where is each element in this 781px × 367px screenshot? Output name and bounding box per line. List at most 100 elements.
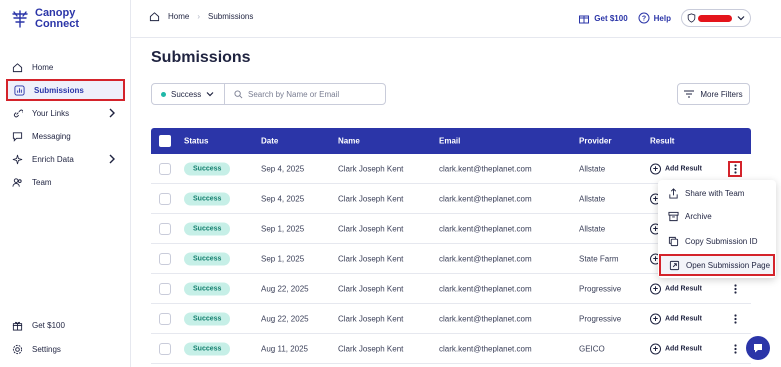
menu-item-label: Open Submission Page — [686, 260, 771, 270]
sidebar-item-get-100[interactable]: Get $100 — [6, 314, 125, 336]
cell-provider: State Farm — [579, 254, 619, 263]
chart-icon — [13, 84, 25, 96]
add-result-label: Add Result — [665, 345, 702, 352]
gear-icon — [11, 343, 23, 355]
column-header-status[interactable]: Status — [184, 137, 208, 146]
cell-date: Sep 1, 2025 — [261, 254, 305, 263]
table-row[interactable]: Success Aug 22, 2025 Clark Joseph Kent clar… — [151, 304, 751, 334]
column-header-result[interactable]: Result — [650, 137, 674, 146]
select-all-checkbox[interactable] — [159, 135, 171, 147]
table-row[interactable]: Success Aug 22, 2025 Clark Joseph Kent clar… — [151, 274, 751, 304]
add-result-button[interactable]: + Add Result — [650, 163, 702, 174]
chevron-right-icon — [109, 108, 115, 118]
shield-icon — [687, 13, 696, 23]
sidebar-item-messaging[interactable]: Messaging — [6, 125, 125, 147]
sidebar-item-enrich-data[interactable]: Enrich Data — [6, 148, 125, 170]
cell-email: clark.kent@theplanet.com — [439, 284, 532, 293]
cell-email: clark.kent@theplanet.com — [439, 224, 532, 233]
menu-item-archive[interactable]: Archive — [658, 205, 776, 227]
row-checkbox[interactable] — [159, 282, 171, 295]
row-checkbox[interactable] — [159, 192, 171, 205]
success-dot-icon — [161, 91, 166, 97]
home-icon — [11, 61, 23, 73]
plus-circle-icon: + — [650, 313, 661, 324]
top-actions: Get $100 ? Help — [578, 9, 751, 27]
add-result-button[interactable]: + Add Result — [650, 343, 702, 354]
menu-item-copy-submission-id[interactable]: Copy Submission ID — [658, 230, 776, 252]
cell-date: Sep 4, 2025 — [261, 194, 305, 203]
get-100-button[interactable]: Get $100 — [578, 12, 628, 24]
sidebar-item-home[interactable]: Home — [6, 56, 125, 78]
gift-icon — [11, 319, 23, 331]
add-result-button[interactable]: + Add Result — [650, 283, 702, 294]
status-badge: Success — [184, 252, 231, 265]
column-header-provider[interactable]: Provider — [579, 137, 611, 146]
team-icon — [11, 176, 23, 188]
cell-provider: Allstate — [579, 164, 606, 173]
sidebar-item-your-links[interactable]: Your Links — [6, 102, 125, 124]
row-actions-kebab-icon[interactable] — [728, 341, 742, 357]
status-badge: Success — [184, 282, 231, 295]
home-icon[interactable] — [149, 11, 160, 22]
copy-icon — [668, 236, 679, 246]
menu-item-label: Archive — [685, 211, 712, 221]
column-header-email[interactable]: Email — [439, 137, 460, 146]
account-menu-button[interactable] — [681, 9, 751, 27]
column-header-date[interactable]: Date — [261, 137, 278, 146]
sidebar-item-label: Your Links — [32, 108, 70, 118]
chevron-right-icon — [109, 154, 115, 164]
menu-item-share-with-team[interactable]: Share with Team — [658, 182, 776, 204]
row-checkbox[interactable] — [159, 312, 171, 325]
plus-circle-icon: + — [650, 343, 661, 354]
add-result-button[interactable]: + Add Result — [650, 313, 702, 324]
cell-name: Clark Joseph Kent — [338, 164, 404, 173]
column-header-name[interactable]: Name — [338, 137, 360, 146]
row-checkbox[interactable] — [159, 162, 171, 175]
status-badge: Success — [184, 312, 231, 325]
status-badge: Success — [184, 162, 231, 175]
more-filters-button[interactable]: More Filters — [677, 83, 750, 105]
row-actions-kebab-icon[interactable] — [728, 281, 742, 297]
status-badge: Success — [184, 192, 231, 205]
search-input[interactable]: Search by Name or Email — [225, 90, 385, 99]
cell-email: clark.kent@theplanet.com — [439, 164, 532, 173]
row-checkbox[interactable] — [159, 252, 171, 265]
table-row[interactable]: Success Aug 11, 2025 Clark Joseph Kent clar… — [151, 334, 751, 364]
row-checkbox[interactable] — [159, 342, 171, 355]
sidebar-item-settings[interactable]: Settings — [6, 338, 125, 360]
add-result-label: Add Result — [665, 165, 702, 172]
cell-provider: GEICO — [579, 344, 605, 353]
filter-bar: Success Search by Name or Email — [151, 83, 386, 105]
redacted-username — [698, 15, 732, 22]
breadcrumb-separator-icon: › — [197, 12, 201, 21]
cell-name: Clark Joseph Kent — [338, 224, 404, 233]
logo[interactable]: Canopy Connect — [10, 8, 95, 30]
sidebar-item-label: Enrich Data — [32, 154, 74, 164]
menu-item-open-submission-page[interactable]: Open Submission Page — [659, 254, 775, 276]
breadcrumb-home[interactable]: Home — [168, 12, 189, 21]
row-checkbox[interactable] — [159, 222, 171, 235]
support-chat-button[interactable] — [746, 336, 770, 360]
top-bar: Home › Submissions Get $100 ? Help — [131, 0, 781, 38]
row-actions-kebab-icon[interactable] — [728, 311, 742, 327]
sidebar-item-label: Team — [32, 177, 52, 187]
brand-name: Canopy Connect — [35, 8, 95, 30]
row-actions-kebab-icon[interactable] — [728, 160, 742, 177]
cell-date: Sep 4, 2025 — [261, 164, 305, 173]
help-button[interactable]: ? Help — [638, 12, 671, 24]
sidebar-item-label: Get $100 — [32, 320, 65, 330]
sidebar: Canopy Connect Home Submissions Your Lin… — [0, 0, 131, 367]
menu-item-label: Copy Submission ID — [685, 236, 758, 246]
add-result-label: Add Result — [665, 285, 702, 292]
cell-name: Clark Joseph Kent — [338, 194, 404, 203]
sidebar-item-submissions[interactable]: Submissions — [6, 79, 125, 101]
cell-email: clark.kent@theplanet.com — [439, 194, 532, 203]
cell-name: Clark Joseph Kent — [338, 314, 404, 323]
cell-name: Clark Joseph Kent — [338, 284, 404, 293]
cell-provider: Progressive — [579, 314, 622, 323]
cell-email: clark.kent@theplanet.com — [439, 344, 532, 353]
filter-icon — [684, 90, 695, 98]
sidebar-item-team[interactable]: Team — [6, 171, 125, 193]
status-filter-select[interactable]: Success — [152, 84, 225, 104]
svg-text:?: ? — [642, 16, 646, 23]
